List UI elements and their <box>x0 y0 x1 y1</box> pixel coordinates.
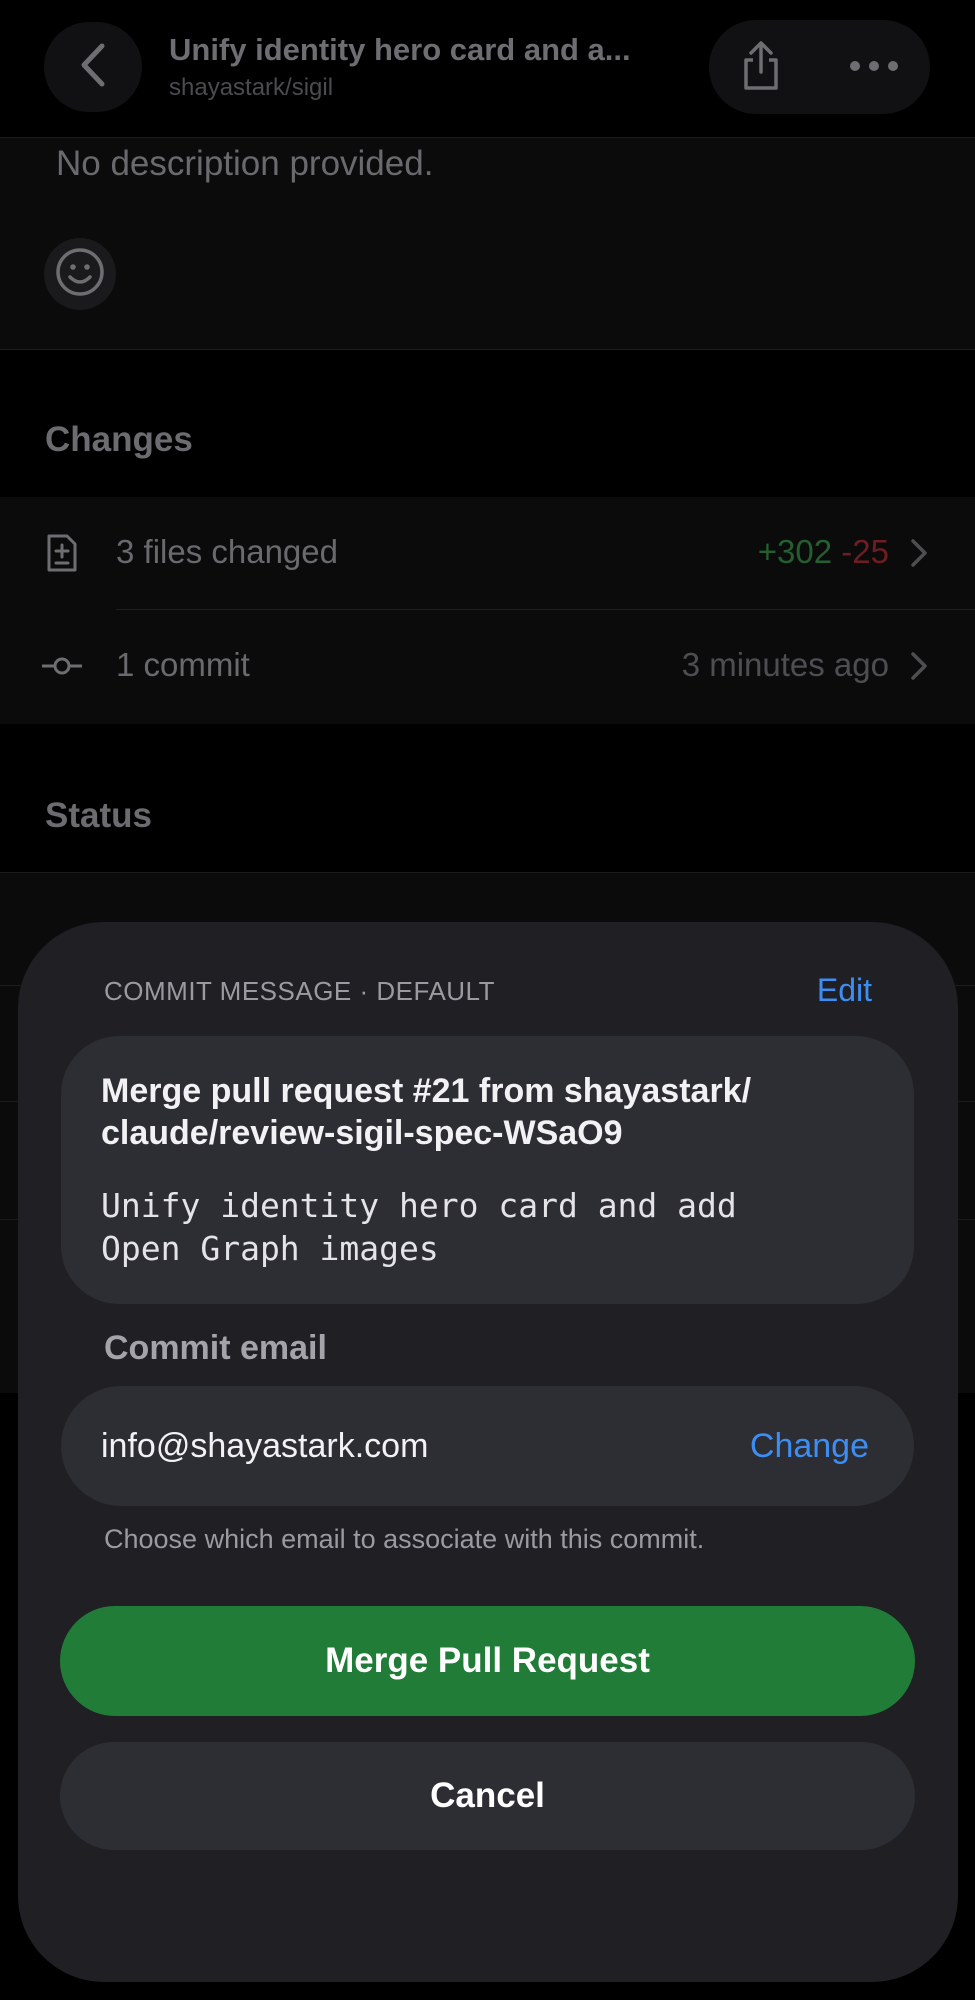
commit-email-field: info@shayastark.com Change <box>61 1386 914 1506</box>
changes-group: 3 files changed +302 -25 1 commit 3 minu… <box>0 497 975 724</box>
nav-actions <box>709 20 930 114</box>
more-button[interactable] <box>839 38 909 98</box>
commit-email-value: info@shayastark.com <box>101 1427 429 1465</box>
page-title: Unify identity hero card and a... <box>169 32 631 67</box>
commit-email-label: Commit email <box>104 1329 327 1367</box>
files-changed-label: 3 files changed <box>116 533 338 570</box>
repo-subtitle[interactable]: shayastark/sigil <box>169 74 333 102</box>
description-text: No description provided. <box>56 144 434 183</box>
commits-label: 1 commit <box>116 646 250 683</box>
back-button[interactable] <box>44 22 142 112</box>
description-section: No description provided. <box>0 138 975 350</box>
ellipsis-icon <box>849 59 899 77</box>
status-header: Status <box>45 796 152 835</box>
changes-header: Changes <box>45 420 193 459</box>
additions-count: +302 <box>757 533 833 570</box>
diff-stats: +302 -25 <box>758 533 889 571</box>
edit-button[interactable]: Edit <box>817 972 872 1009</box>
commit-message-title: Merge pull request #21 from shayastark/ … <box>101 1072 752 1152</box>
email-help-text: Choose which email to associate with thi… <box>104 1524 705 1554</box>
merge-pull-request-button[interactable]: Merge Pull Request <box>60 1606 915 1716</box>
chevron-right-icon <box>907 537 931 569</box>
share-icon <box>741 40 781 97</box>
commit-icon <box>42 646 82 686</box>
smiley-icon <box>55 247 105 302</box>
deletions-count: -25 <box>841 533 889 570</box>
file-diff-icon <box>42 533 82 573</box>
chevron-right-icon <box>907 650 931 682</box>
share-button[interactable] <box>731 38 791 98</box>
commit-message-card: Merge pull request #21 from shayastark/ … <box>61 1036 914 1304</box>
merge-sheet: COMMIT MESSAGE · DEFAULT Edit Merge pull… <box>18 922 958 1982</box>
cancel-button[interactable]: Cancel <box>60 1742 915 1850</box>
commit-message-kicker: COMMIT MESSAGE · DEFAULT <box>104 976 495 1006</box>
chevron-left-icon <box>78 42 108 93</box>
commits-time: 3 minutes ago <box>681 646 889 683</box>
navigation-bar: Unify identity hero card and a... shayas… <box>0 0 975 138</box>
files-changed-row[interactable]: 3 files changed +302 -25 <box>0 497 975 610</box>
add-reaction-button[interactable] <box>44 238 116 310</box>
commit-message-body: Unify identity hero card and add Open Gr… <box>101 1186 737 1268</box>
commits-row[interactable]: 1 commit 3 minutes ago <box>0 610 975 722</box>
change-email-button[interactable]: Change <box>750 1427 869 1466</box>
